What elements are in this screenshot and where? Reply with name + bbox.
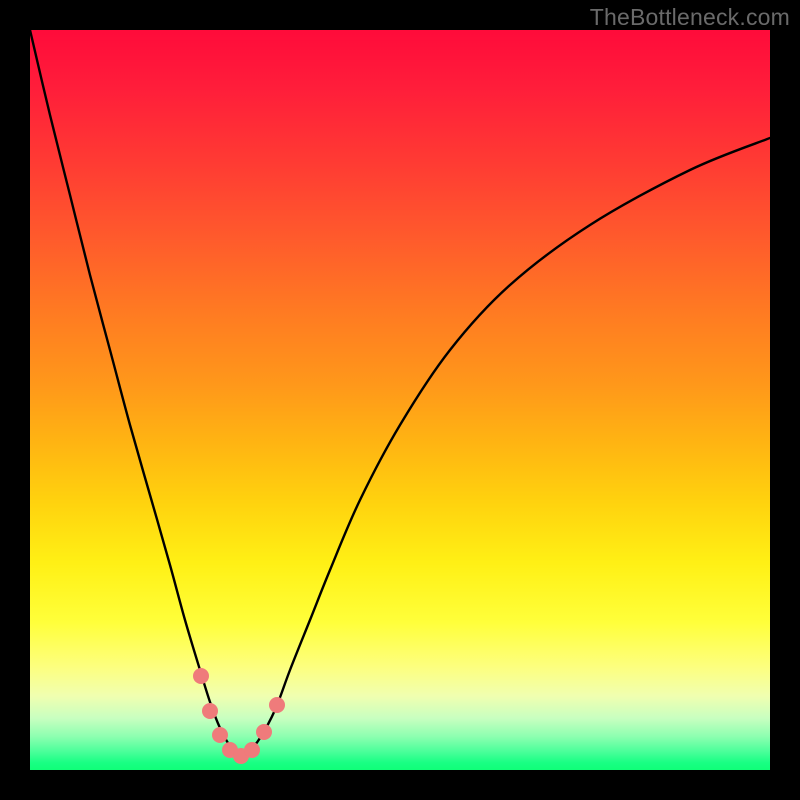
- trough-dot: [202, 703, 218, 719]
- trough-dot: [269, 697, 285, 713]
- watermark-text: TheBottleneck.com: [590, 4, 790, 31]
- trough-dot: [244, 742, 260, 758]
- trough-dot: [256, 724, 272, 740]
- chart-svg: [30, 30, 770, 770]
- bottleneck-curve: [30, 30, 770, 756]
- trough-dot: [193, 668, 209, 684]
- trough-dot: [212, 727, 228, 743]
- chart-plot-area: [30, 30, 770, 770]
